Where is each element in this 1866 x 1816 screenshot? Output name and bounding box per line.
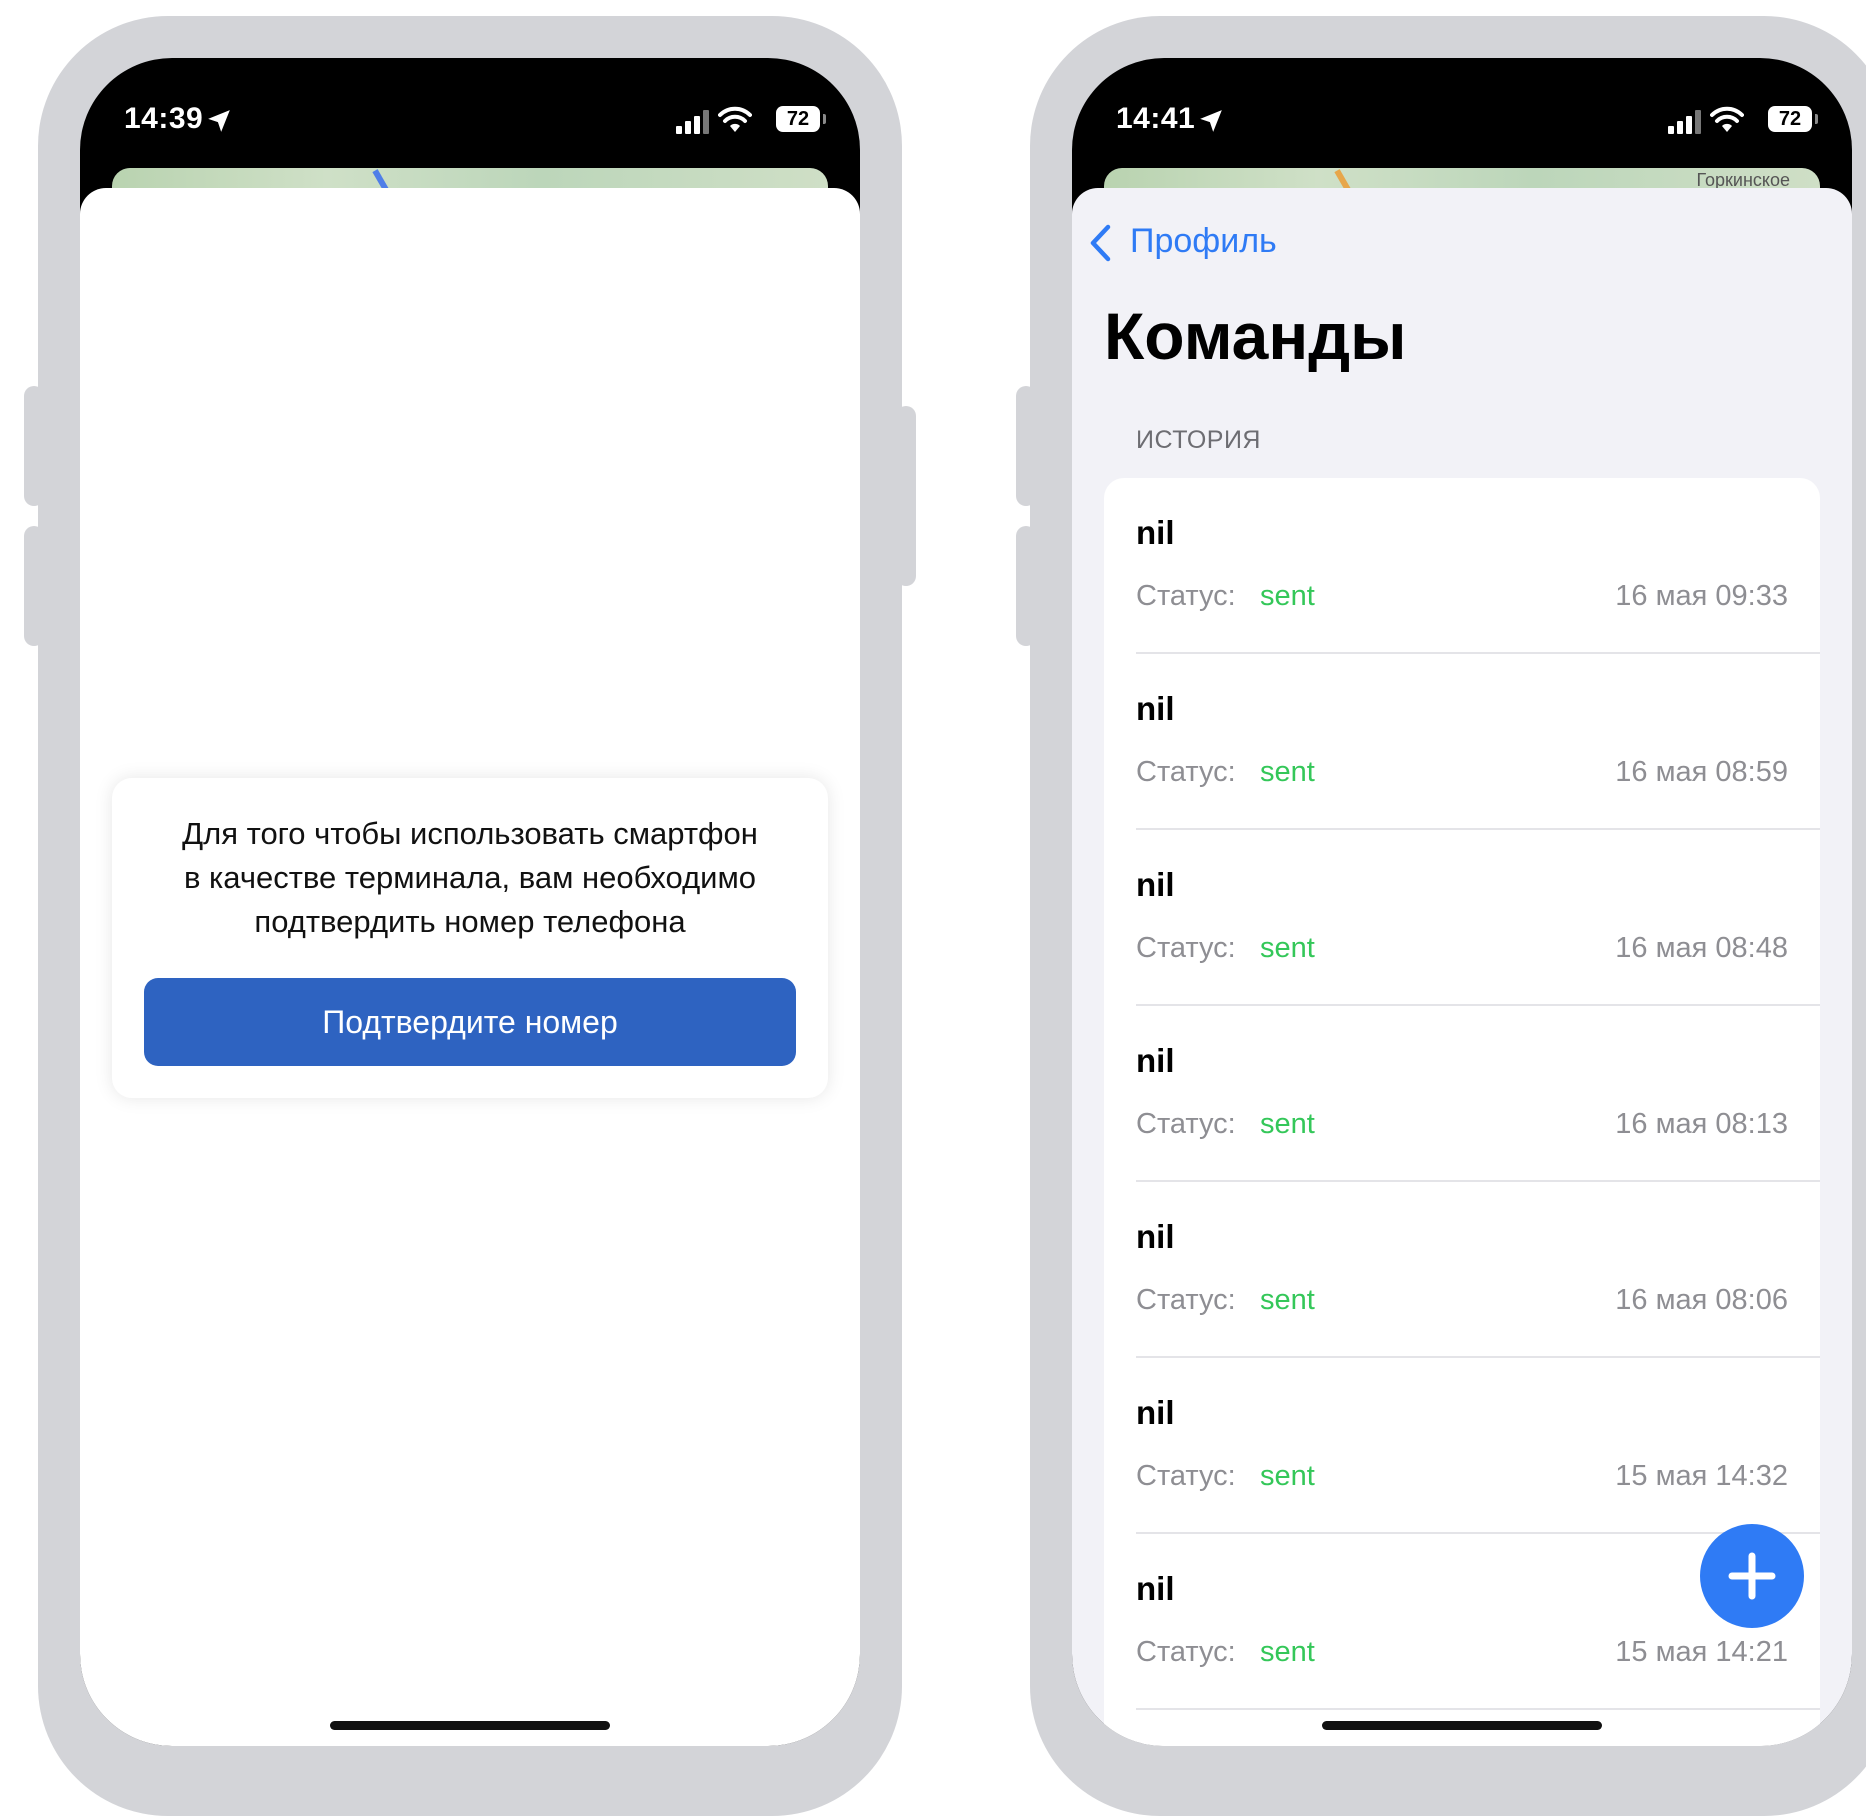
status-value: sent (1260, 756, 1315, 788)
phone-frame-right: 14:41 72 Горкинское Профиль Команды ИСТО… (1016, 16, 1866, 1816)
screen-left: 14:39 72 Для того чтобы использовать сма… (80, 58, 860, 1746)
list-item[interactable]: nil Статус: sent 15 мая 14:32 (1104, 1358, 1820, 1534)
verify-phone-card: Для того чтобы использовать смартфон в к… (112, 778, 828, 1098)
command-date: 15 мая 14:32 (1615, 1460, 1788, 1492)
command-date: 15 мая 14:21 (1615, 1636, 1788, 1668)
volume-down-button (24, 526, 44, 646)
command-date: 16 мая 08:13 (1615, 1108, 1788, 1140)
status-label: Статус: (1136, 932, 1236, 964)
command-title: nil (1136, 1218, 1175, 1255)
cellular-signal-icon (1668, 110, 1701, 134)
list-item[interactable]: nil Статус: sent 16 мая 08:13 (1104, 1006, 1820, 1182)
volume-up-button (1016, 386, 1036, 506)
status-value: sent (1260, 1460, 1315, 1492)
status-bar: 14:41 72 (1072, 58, 1852, 168)
command-date: 16 мая 08:06 (1615, 1284, 1788, 1316)
status-value: sent (1260, 1284, 1315, 1316)
status-label: Статус: (1136, 1460, 1236, 1492)
verify-message: Для того чтобы использовать смартфон в к… (142, 812, 798, 944)
command-title: nil (1136, 1394, 1175, 1431)
phone-frame-left: 14:39 72 Для того чтобы использовать сма… (24, 16, 916, 1816)
command-title: nil (1136, 514, 1175, 551)
status-bar: 14:39 72 (80, 58, 860, 168)
status-value: sent (1260, 932, 1315, 964)
bottom-sheet: Профиль Команды ИСТОРИЯ nil Статус: sent… (1072, 188, 1852, 1746)
command-title: nil (1136, 1042, 1175, 1079)
status-label: Статус: (1136, 756, 1236, 788)
battery-indicator: 72 (776, 106, 826, 132)
volume-up-button (24, 386, 44, 506)
section-header: ИСТОРИЯ (1136, 426, 1261, 454)
command-title: nil (1136, 690, 1175, 727)
list-item[interactable]: nil Статус: sent 16 мая 08:48 (1104, 830, 1820, 1006)
status-label: Статус: (1136, 580, 1236, 612)
status-label: Статус: (1136, 1108, 1236, 1140)
cellular-signal-icon (676, 110, 709, 134)
command-date: 16 мая 09:33 (1615, 580, 1788, 612)
status-value: sent (1260, 1636, 1315, 1668)
location-arrow-icon (208, 110, 230, 132)
list-item[interactable]: nil Статус: sent 16 мая 08:59 (1104, 654, 1820, 830)
status-label: Статус: (1136, 1284, 1236, 1316)
wifi-icon (718, 106, 752, 132)
confirm-number-button[interactable]: Подтвердите номер (144, 978, 796, 1066)
verify-message-line: в качестве терминала, вам необходимо (183, 860, 757, 895)
volume-down-button (1016, 526, 1036, 646)
battery-indicator: 72 (1768, 106, 1818, 132)
wifi-icon (1710, 106, 1744, 132)
status-label: Статус: (1136, 1636, 1236, 1668)
divider (1136, 1708, 1820, 1710)
list-item[interactable]: nil Статус: sent 16 мая 09:33 (1104, 478, 1820, 654)
status-time: 14:41 (1116, 102, 1196, 135)
status-value: sent (1260, 580, 1315, 612)
bottom-sheet: Для того чтобы использовать смартфон в к… (80, 188, 860, 1746)
plus-icon (1728, 1552, 1776, 1600)
command-date: 16 мая 08:59 (1615, 756, 1788, 788)
screen-right: 14:41 72 Горкинское Профиль Команды ИСТО… (1072, 58, 1852, 1746)
command-date: 16 мая 08:48 (1615, 932, 1788, 964)
add-command-button[interactable] (1700, 1524, 1804, 1628)
chevron-left-icon (1090, 224, 1111, 262)
command-title: nil (1136, 866, 1175, 903)
location-arrow-icon (1200, 110, 1222, 132)
status-value: sent (1260, 1108, 1315, 1140)
list-item[interactable]: nil Статус: sent 16 мая 08:06 (1104, 1182, 1820, 1358)
back-button-label: Профиль (1130, 222, 1277, 260)
verify-message-line: Для того чтобы использовать смартфон (182, 816, 758, 851)
status-time: 14:39 (124, 102, 204, 135)
page-title: Команды (1104, 299, 1407, 373)
home-indicator[interactable] (330, 1721, 610, 1730)
power-button (896, 406, 916, 586)
home-indicator[interactable] (1322, 1721, 1602, 1730)
verify-message-line: подтвердить номер телефона (254, 904, 686, 939)
command-title: nil (1136, 1570, 1175, 1607)
